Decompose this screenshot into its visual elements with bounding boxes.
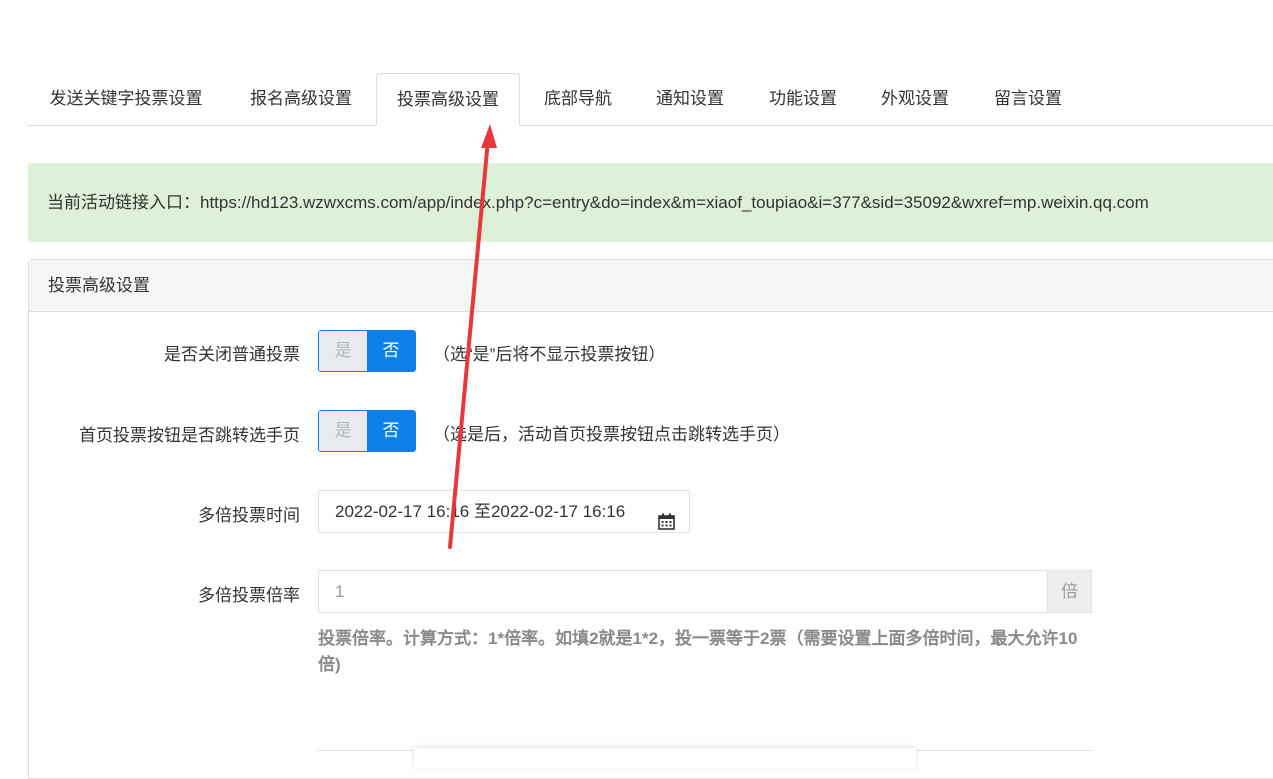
close-vote-label: 是否关闭普通投票 [164,345,300,364]
close-vote-hint: （选“是”后将不显示投票按钮） [433,345,666,364]
multi-rate-help-text: 投票倍率。计算方式：1*倍率。如填2就是1*2，投一票等于2票（需要设置上面多倍… [318,629,1078,674]
jump-select-toggle: 是 否 [318,410,416,452]
annotation-arrow-head [481,124,497,148]
calendar-icon[interactable] [658,504,675,545]
tab-appearance-settings[interactable]: 外观设置 [869,73,961,124]
jump-select-yes-option[interactable]: 是 [319,411,367,451]
tab-comment-settings[interactable]: 留言设置 [982,73,1074,124]
panel-title: 投票高级设置 [29,260,1273,312]
activity-link-text[interactable]: 当前活动链接入口：https://hd123.wzwxcms.com/app/i… [47,193,1149,212]
close-vote-yes-option[interactable]: 是 [319,331,367,371]
tab-bottom-nav[interactable]: 底部导航 [531,73,625,124]
tab-vote-advanced[interactable]: 投票高级设置 [376,73,520,126]
tab-keyword-vote-settings[interactable]: 发送关键字投票设置 [28,73,224,124]
jump-select-label: 首页投票按钮是否跳转选手页 [79,426,300,445]
tab-bar: 发送关键字投票设置 报名高级设置 投票高级设置 底部导航 通知设置 功能设置 外… [28,73,1273,126]
multi-time-label: 多倍投票时间 [198,506,300,525]
tab-signup-advanced[interactable]: 报名高级设置 [233,73,369,124]
close-vote-no-option[interactable]: 否 [367,331,415,371]
tab-function-settings[interactable]: 功能设置 [757,73,849,124]
tab-notify-settings[interactable]: 通知设置 [644,73,736,124]
jump-select-no-option[interactable]: 否 [367,411,415,451]
popup-edge [414,748,916,768]
multi-rate-input[interactable]: 1 [318,570,1048,613]
multi-time-value: 2022-02-17 16:16 至2022-02-17 16:16 [335,502,626,521]
jump-select-hint: （选是后，活动首页投票按钮点击跳转选手页） [433,425,790,444]
close-vote-toggle: 是 否 [318,330,416,372]
multi-rate-unit-addon: 倍 [1047,570,1092,613]
multi-rate-label: 多倍投票倍率 [198,586,300,605]
activity-link-alert: 当前活动链接入口：https://hd123.wzwxcms.com/app/i… [28,163,1273,242]
multi-time-range-input[interactable]: 2022-02-17 16:16 至2022-02-17 16:16 [318,490,690,533]
